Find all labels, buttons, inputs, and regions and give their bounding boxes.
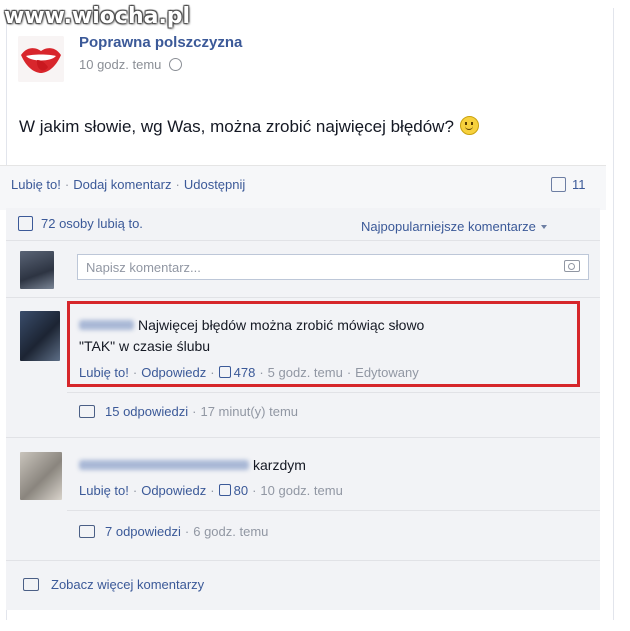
watermark: www.wiocha.pl bbox=[4, 4, 191, 29]
see-more-text: Zobacz więcej komentarzy bbox=[51, 577, 205, 592]
comment-text: Najwięcej błędów można zrobić mówiąc sło… bbox=[79, 315, 424, 357]
comment-meta: Lubię to! · Odpowiedz · 478 · 5 godz. temu · Edy… bbox=[79, 365, 419, 380]
page-name-link[interactable]: Poprawna polszczyzna bbox=[79, 34, 242, 51]
comment-time[interactable]: 5 godz. temu bbox=[268, 365, 343, 380]
like-button[interactable]: Lubię to! bbox=[11, 177, 61, 192]
current-user-avatar bbox=[20, 251, 54, 289]
replies-count: 15 odpowiedzi bbox=[105, 404, 189, 419]
comment-reply-button[interactable]: Odpowiedz bbox=[141, 365, 206, 380]
comment-text: karzdym bbox=[79, 455, 306, 476]
camera-icon[interactable] bbox=[564, 260, 580, 272]
divider bbox=[6, 297, 600, 298]
replies-link[interactable]: 7 odpowiedzi · 6 godz. temu bbox=[79, 524, 268, 539]
comment-edited-label[interactable]: Edytowany bbox=[355, 365, 419, 380]
lips-logo-icon bbox=[18, 36, 64, 82]
divider bbox=[6, 437, 600, 438]
replies-link[interactable]: 15 odpowiedzi · 17 minut(y) temu bbox=[79, 404, 298, 419]
comment-input[interactable]: Napisz komentarz... bbox=[77, 254, 589, 280]
replies-time: 6 godz. temu bbox=[193, 524, 269, 539]
comment-input-placeholder: Napisz komentarz... bbox=[86, 260, 201, 275]
page-avatar[interactable] bbox=[18, 36, 64, 82]
comment-time[interactable]: 10 godz. temu bbox=[260, 483, 342, 498]
comment-text-line-1: karzdym bbox=[253, 457, 306, 473]
comment-avatar[interactable] bbox=[20, 311, 60, 361]
comment-meta: Lubię to! · Odpowiedz · 80 · 10 godz. temu bbox=[79, 483, 343, 498]
post-actions: Lubię to! · Dodaj komentarz · Udostępnij bbox=[11, 177, 246, 192]
comment-text-line-1: Najwięcej błędów można zrobić mówiąc sło… bbox=[138, 317, 425, 333]
comments-icon bbox=[23, 578, 39, 591]
comment-author-name[interactable] bbox=[79, 460, 249, 470]
share-button[interactable]: Udostępnij bbox=[184, 177, 245, 192]
comment-sort-dropdown[interactable]: Najpopularniejsze komentarze bbox=[361, 219, 547, 234]
post-timestamp[interactable]: 10 godz. temu bbox=[79, 57, 183, 72]
thumbs-up-icon bbox=[218, 484, 231, 496]
post-message: W jakim słowie, wg Was, można zrobić naj… bbox=[19, 116, 479, 137]
add-comment-button[interactable]: Dodaj komentarz bbox=[73, 177, 171, 192]
divider bbox=[6, 560, 600, 561]
comment-reply-button[interactable]: Odpowiedz bbox=[141, 483, 206, 498]
post-time-text: 10 godz. temu bbox=[79, 57, 162, 72]
globe-icon bbox=[169, 58, 183, 71]
comment-like-count[interactable]: 80 bbox=[234, 483, 248, 498]
replies-time: 17 minut(y) temu bbox=[200, 404, 299, 419]
thumbs-up-icon bbox=[18, 216, 33, 231]
divider bbox=[6, 240, 600, 241]
comment-like-count[interactable]: 478 bbox=[234, 365, 256, 380]
reply-arrow-icon bbox=[79, 405, 95, 418]
thumbs-up-icon bbox=[218, 366, 231, 378]
comment-count-icon bbox=[551, 177, 566, 192]
see-more-comments-link[interactable]: Zobacz więcej komentarzy bbox=[23, 577, 204, 592]
comment-avatar[interactable] bbox=[20, 452, 62, 500]
comment-like-button[interactable]: Lubię to! bbox=[79, 483, 129, 498]
reply-arrow-icon bbox=[79, 525, 95, 538]
comment-text-line-2: "TAK" w czasie ślubu bbox=[79, 338, 211, 354]
comment-count-value: 11 bbox=[572, 177, 586, 192]
chevron-down-icon bbox=[540, 225, 547, 229]
divider bbox=[67, 510, 600, 511]
smiley-icon bbox=[459, 116, 479, 135]
replies-count: 7 odpowiedzi bbox=[105, 524, 181, 539]
comment-like-button[interactable]: Lubię to! bbox=[79, 365, 129, 380]
comment-author-name[interactable] bbox=[79, 320, 134, 330]
likes-summary[interactable]: 72 osoby lubią to. bbox=[18, 216, 143, 231]
divider bbox=[67, 392, 600, 393]
comment-count[interactable]: 11 bbox=[551, 177, 586, 192]
likes-summary-text: 72 osoby lubią to. bbox=[41, 216, 143, 231]
comment-sort-label: Najpopularniejsze komentarze bbox=[361, 219, 536, 234]
post-message-text: W jakim słowie, wg Was, można zrobić naj… bbox=[19, 117, 454, 136]
